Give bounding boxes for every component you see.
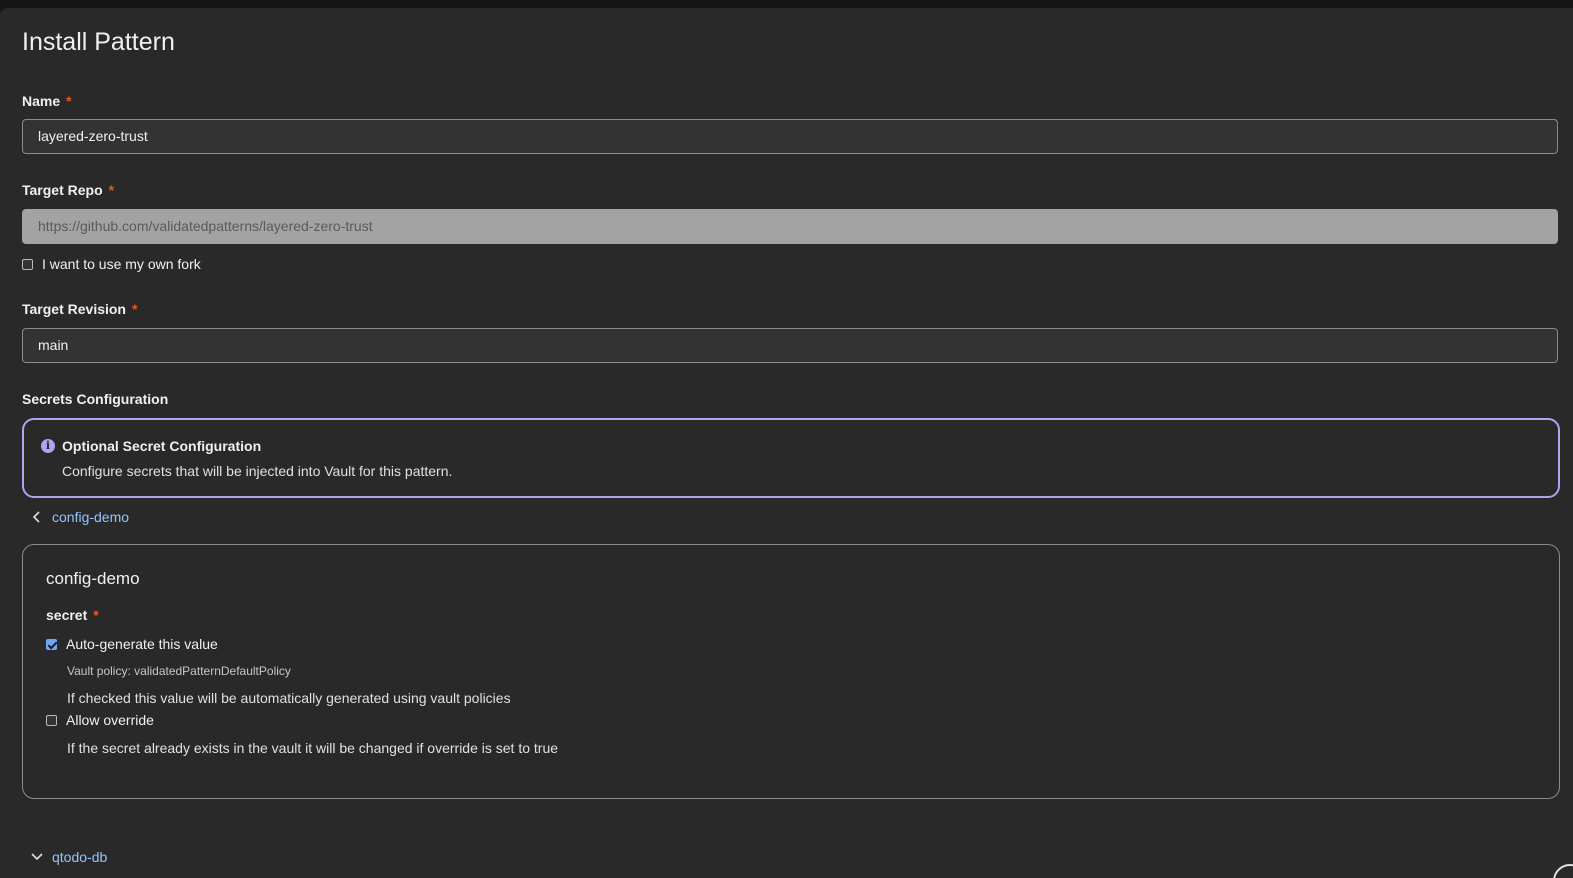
required-marker: *: [132, 301, 138, 317]
target-revision-input[interactable]: main: [22, 328, 1558, 363]
own-fork-checkbox[interactable]: [22, 258, 33, 270]
chevron-left-icon: [32, 511, 40, 523]
expander-config-demo-label: config-demo: [52, 509, 130, 525]
optional-secret-alert: i Optional Secret Configuration Configur…: [22, 418, 1560, 498]
secrets-section-label: Secrets Configuration: [22, 391, 169, 407]
auto-generate-label: Auto-generate this value: [66, 636, 218, 652]
expander-config-demo[interactable]: config-demo: [30, 509, 129, 525]
install-pattern-page: Install Pattern Name * layered-zero-trust…: [0, 8, 1573, 878]
required-marker: *: [108, 182, 115, 198]
expander-qtodo-db[interactable]: qtodo-db: [30, 849, 107, 865]
target-repo-label-text: Target Repo: [22, 182, 103, 198]
allow-override-help: If the secret already exists in the vaul…: [67, 740, 559, 756]
name-label-text: Name: [22, 93, 61, 109]
chevron-down-icon: [31, 853, 43, 861]
own-fork-option[interactable]: I want to use my own fork: [22, 256, 201, 272]
allow-override-option[interactable]: Allow override: [46, 712, 154, 728]
auto-generate-checkbox[interactable]: [46, 638, 57, 650]
required-marker: *: [93, 607, 99, 623]
auto-generate-help: If checked this value will be automatica…: [67, 690, 511, 706]
name-input[interactable]: layered-zero-trust: [22, 119, 1558, 154]
name-label: Name *: [22, 93, 72, 109]
target-repo-label: Target Repo *: [22, 182, 114, 198]
vault-policy-text: Vault policy: validatedPatternDefaultPol…: [67, 664, 291, 678]
own-fork-label: I want to use my own fork: [42, 256, 201, 272]
secret-label: secret *: [46, 607, 99, 623]
expander-qtodo-db-label: qtodo-db: [52, 849, 108, 865]
secret-label-text: secret: [46, 607, 88, 623]
alert-body: Configure secrets that will be injected …: [62, 463, 453, 479]
target-revision-label-text: Target Revision: [22, 301, 126, 317]
panel-title: config-demo: [46, 569, 140, 588]
required-marker: *: [66, 93, 72, 109]
target-revision-label: Target Revision *: [22, 301, 137, 317]
page-title: Install Pattern: [22, 28, 175, 56]
config-demo-panel: config-demo secret * Auto-generate this v…: [22, 544, 1560, 799]
info-icon: i: [41, 439, 55, 453]
allow-override-checkbox[interactable]: [46, 714, 57, 726]
auto-generate-option[interactable]: Auto-generate this value: [46, 636, 218, 652]
target-repo-input: https://github.com/validatedpatterns/lay…: [22, 209, 1558, 244]
corner-ring-icon: [1553, 864, 1573, 878]
allow-override-label: Allow override: [66, 712, 154, 728]
alert-title: Optional Secret Configuration: [62, 438, 262, 454]
